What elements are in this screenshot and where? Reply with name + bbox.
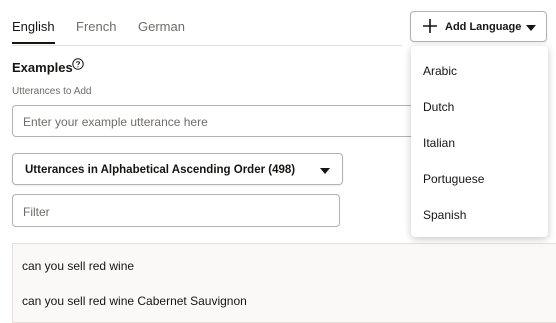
- chevron-down-icon: [320, 168, 330, 174]
- add-language-button[interactable]: Add Language: [410, 11, 547, 42]
- tab-german[interactable]: German: [138, 19, 185, 34]
- help-circle-icon[interactable]: [72, 58, 84, 70]
- tab-english[interactable]: English: [12, 19, 55, 44]
- menu-item-portuguese[interactable]: Portuguese: [423, 172, 484, 186]
- language-dropdown-menu: Arabic Dutch Italian Portuguese Spanish: [411, 46, 548, 237]
- add-language-label: Add Language: [445, 21, 522, 33]
- utterance-input[interactable]: Enter your example utterance here: [12, 105, 432, 137]
- sort-order-button[interactable]: Utterances in Alphabetical Ascending Ord…: [12, 153, 343, 185]
- list-item[interactable]: can you sell red wine Cabernet Sauvignon: [22, 294, 247, 308]
- menu-item-dutch[interactable]: Dutch: [423, 100, 454, 114]
- chevron-down-icon: [526, 25, 536, 31]
- filter-placeholder: Filter: [23, 205, 50, 219]
- plus-icon: [423, 19, 437, 33]
- language-tabs: English French German: [12, 0, 402, 46]
- examples-heading: Examples: [12, 60, 73, 75]
- utterances-to-add-label: Utterances to Add: [12, 86, 92, 97]
- menu-item-spanish[interactable]: Spanish: [423, 208, 466, 222]
- utterance-list: can you sell red wine can you sell red w…: [12, 243, 556, 323]
- tab-french[interactable]: French: [76, 19, 116, 34]
- list-item[interactable]: can you sell red wine: [22, 259, 134, 273]
- filter-input[interactable]: Filter: [12, 194, 340, 227]
- utterance-placeholder: Enter your example utterance here: [23, 115, 208, 129]
- sort-order-label: Utterances in Alphabetical Ascending Ord…: [25, 164, 296, 176]
- menu-item-italian[interactable]: Italian: [423, 136, 455, 150]
- menu-item-arabic[interactable]: Arabic: [423, 64, 457, 78]
